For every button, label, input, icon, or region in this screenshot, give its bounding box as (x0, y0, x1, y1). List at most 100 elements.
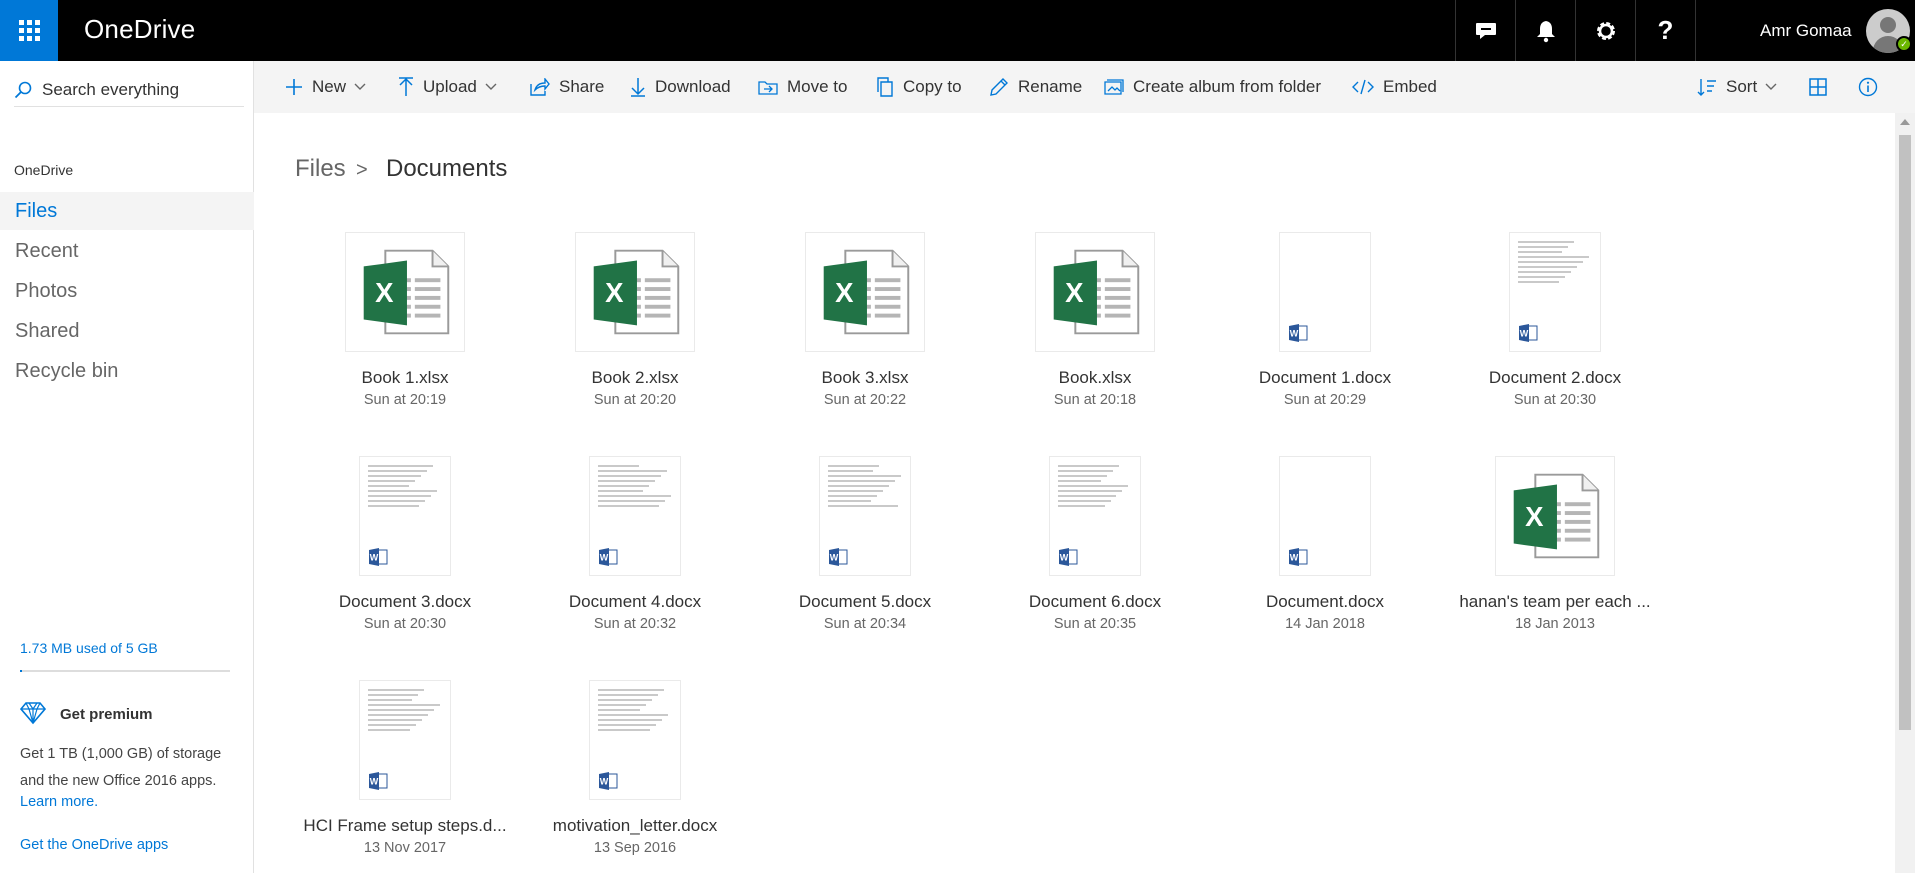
file-thumbnail[interactable]: X (805, 232, 925, 352)
file-tile[interactable]: W HCI Frame setup steps.d... 13 Nov 2017 (295, 680, 507, 890)
file-modified-date: Sun at 20:18 (1053, 392, 1137, 408)
account-button[interactable]: Amr Gomaa ✓ (1695, 0, 1915, 61)
file-tile[interactable]: W Document 3.docx Sun at 20:30 (295, 456, 495, 666)
file-name[interactable]: Document 4.docx (515, 592, 755, 612)
file-name[interactable]: Document 1.docx (1205, 368, 1445, 388)
word-icon: W (369, 548, 388, 566)
file-tile[interactable]: W Document 1.docx Sun at 20:29 (1215, 232, 1415, 442)
diamond-icon (20, 702, 46, 725)
share-icon (530, 78, 550, 96)
file-name[interactable]: Book 1.xlsx (285, 368, 525, 388)
file-tile[interactable]: Xhanan's team per each ... 18 Jan 2013 (1445, 456, 1651, 666)
upload-icon (399, 77, 413, 96)
sidebar-item-recent[interactable]: Recent (0, 232, 254, 270)
left-navigation: Search everything OneDrive Files Recent … (0, 61, 254, 873)
file-thumbnail[interactable]: W (819, 456, 911, 576)
copy-to-button[interactable]: Copy to (876, 61, 962, 113)
excel-icon: X (1513, 473, 1600, 559)
file-thumbnail[interactable]: W (589, 456, 681, 576)
file-thumbnail[interactable]: X (1035, 232, 1155, 352)
settings-button[interactable] (1575, 0, 1635, 61)
vertical-scrollbar[interactable] (1895, 113, 1915, 873)
svg-text:W: W (600, 553, 609, 563)
share-button[interactable]: Share (530, 61, 604, 113)
file-tile[interactable]: X Book 3.xlsx Sun at 20:22 (755, 232, 955, 442)
sort-button[interactable]: Sort (1697, 61, 1786, 113)
document-preview (828, 465, 902, 510)
file-tile[interactable]: X Book 1.xlsx Sun at 20:19 (295, 232, 495, 442)
sidebar-item-recycle-bin[interactable]: Recycle bin (0, 352, 254, 390)
sidebar-item-photos[interactable]: Photos (0, 272, 254, 310)
feedback-button[interactable] (1455, 0, 1515, 61)
scroll-thumb[interactable] (1899, 135, 1911, 730)
file-name[interactable]: Document 3.docx (285, 592, 525, 612)
file-thumbnail[interactable]: W (359, 456, 451, 576)
search-input[interactable]: Search everything (42, 80, 179, 100)
help-button[interactable]: ? (1635, 0, 1695, 61)
svg-text:X: X (1525, 501, 1544, 532)
file-tile[interactable]: X Book 2.xlsx Sun at 20:20 (525, 232, 725, 442)
sidebar-item-files[interactable]: Files (0, 192, 254, 230)
search-box[interactable]: Search everything (14, 73, 244, 107)
file-modified-date: Sun at 20:32 (593, 616, 677, 632)
file-thumbnail[interactable]: W (1279, 456, 1371, 576)
file-tile[interactable]: W Document.docx 14 Jan 2018 (1215, 456, 1415, 666)
create-album-button[interactable]: Create album from folder (1104, 61, 1321, 113)
file-tile[interactable]: W Document 5.docx Sun at 20:34 (755, 456, 955, 666)
file-thumbnail[interactable]: X (1495, 456, 1615, 576)
app-title[interactable]: OneDrive (84, 14, 195, 45)
file-name[interactable]: hanan's team per each ... (1435, 592, 1675, 612)
view-switcher-button[interactable] (1809, 61, 1836, 113)
file-thumbnail[interactable]: W (1049, 456, 1141, 576)
storage-usage-link[interactable]: 1.73 MB used of 5 GB (20, 640, 158, 656)
breadcrumb-files[interactable]: Files (295, 155, 346, 183)
sort-icon (1697, 79, 1716, 96)
file-name[interactable]: motivation_letter.docx (515, 816, 755, 836)
new-button[interactable]: New (285, 61, 375, 113)
word-icon: W (599, 772, 618, 790)
file-tile[interactable]: W Document 2.docx Sun at 20:30 (1445, 232, 1645, 442)
file-thumbnail[interactable]: X (345, 232, 465, 352)
embed-icon (1352, 79, 1374, 95)
file-name[interactable]: Book 3.xlsx (745, 368, 985, 388)
svg-text:W: W (1520, 329, 1529, 339)
file-thumbnail[interactable]: W (1279, 232, 1371, 352)
file-thumbnail[interactable]: X (575, 232, 695, 352)
file-modified-date: Sun at 20:20 (593, 392, 677, 408)
file-thumbnail[interactable]: W (1509, 232, 1601, 352)
file-thumbnail[interactable]: W (359, 680, 451, 800)
document-preview (368, 689, 442, 734)
details-pane-button[interactable] (1858, 61, 1887, 113)
chevron-down-icon (354, 83, 366, 90)
file-name[interactable]: Document 6.docx (975, 592, 1215, 612)
file-name[interactable]: Book.xlsx (975, 368, 1215, 388)
word-icon: W (1519, 324, 1538, 342)
embed-label: Embed (1383, 77, 1437, 96)
embed-button[interactable]: Embed (1352, 61, 1437, 113)
move-to-button[interactable]: Move to (758, 61, 847, 113)
file-name[interactable]: Document.docx (1205, 592, 1445, 612)
notifications-button[interactable] (1515, 0, 1575, 61)
new-label: New (312, 77, 347, 96)
file-tile[interactable]: Wmotivation_letter.docx 13 Sep 2016 (525, 680, 725, 890)
sidebar-item-shared[interactable]: Shared (0, 312, 254, 350)
app-launcher-button[interactable] (0, 0, 58, 61)
rename-button[interactable]: Rename (989, 61, 1082, 113)
file-name[interactable]: Document 5.docx (745, 592, 985, 612)
download-button[interactable]: Download (630, 61, 731, 113)
file-name[interactable]: Book 2.xlsx (515, 368, 755, 388)
scroll-up-arrow[interactable] (1900, 119, 1910, 125)
user-name: Amr Gomaa (1760, 21, 1852, 40)
file-tile[interactable]: W Document 4.docx Sun at 20:32 (525, 456, 725, 666)
get-apps-link[interactable]: Get the OneDrive apps (20, 837, 168, 853)
learn-more-link[interactable]: Learn more. (20, 794, 98, 810)
file-tile[interactable]: X Book.xlsx Sun at 20:18 (985, 232, 1185, 442)
svg-text:W: W (370, 553, 379, 563)
upload-button[interactable]: Upload (398, 61, 506, 113)
nav-heading: OneDrive (14, 162, 74, 178)
svg-text:W: W (830, 553, 839, 563)
file-name[interactable]: Document 2.docx (1435, 368, 1675, 388)
file-name[interactable]: HCI Frame setup steps.d... (285, 816, 525, 836)
file-thumbnail[interactable]: W (589, 680, 681, 800)
file-tile[interactable]: W Document 6.docx Sun at 20:35 (985, 456, 1185, 666)
